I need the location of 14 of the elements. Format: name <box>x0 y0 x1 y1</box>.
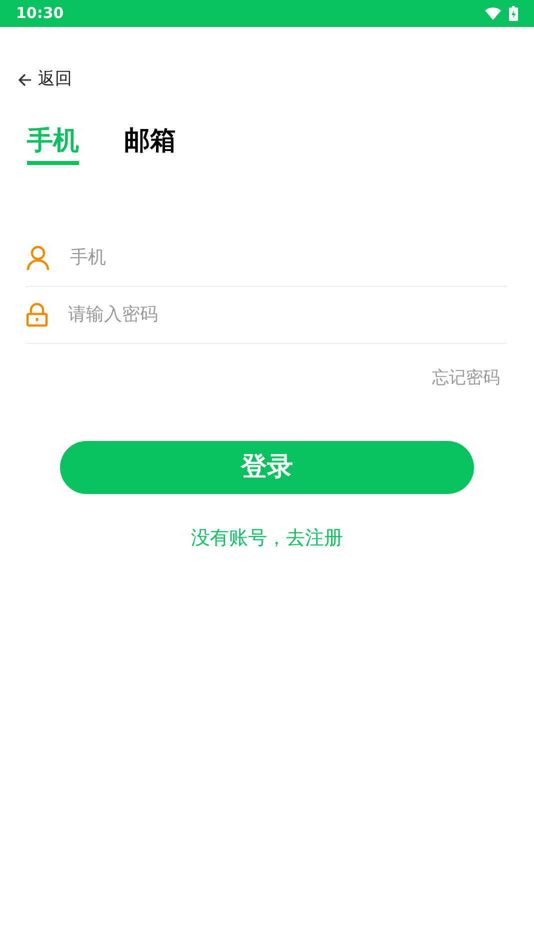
tab[interactable]: 手机 <box>27 122 79 164</box>
register-link[interactable]: 没有账号，去注册 <box>191 524 343 552</box>
forgot-password-link[interactable]: 忘记密码 <box>432 366 500 391</box>
status-time: 10:30 <box>16 3 64 24</box>
tab[interactable]: 邮箱 <box>124 122 176 164</box>
lock-icon <box>26 302 48 326</box>
input-field[interactable]: 请输入密码 <box>68 301 507 328</box>
back-button[interactable]: 返回 <box>18 67 72 92</box>
login-button[interactable]: 登录 <box>60 441 474 494</box>
back-arrow-icon <box>18 72 32 87</box>
input-field[interactable]: 手机 <box>70 244 507 271</box>
battery-icon <box>509 6 518 21</box>
wifi-icon <box>485 7 501 20</box>
person-icon <box>26 244 50 270</box>
